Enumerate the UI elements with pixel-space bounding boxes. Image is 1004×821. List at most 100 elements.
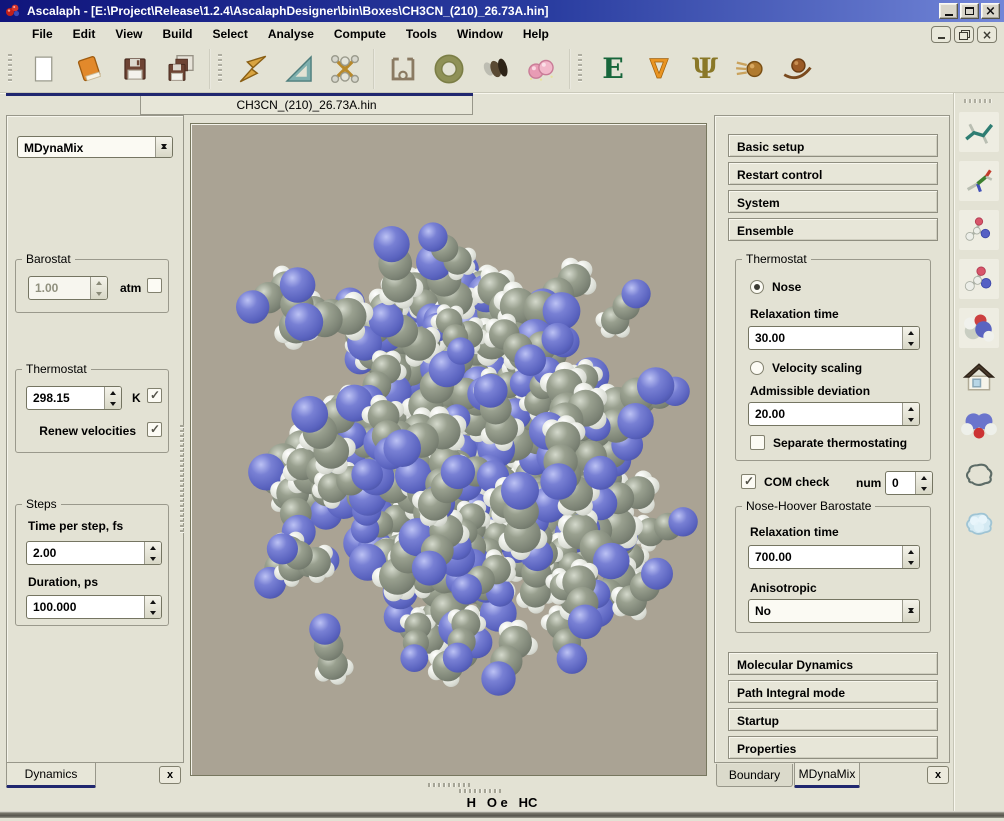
duration-spinbox[interactable] [26, 595, 162, 619]
anisotropic-select-arrows[interactable] [902, 600, 919, 622]
dimer-button[interactable] [522, 50, 560, 88]
sidebar-grip[interactable] [964, 99, 994, 103]
mdi-restore-button[interactable] [954, 26, 974, 43]
section-system[interactable]: System [728, 190, 938, 213]
engine-select-arrows[interactable] [155, 137, 172, 157]
molecule-viewport[interactable] [190, 123, 707, 776]
maximize-button[interactable] [960, 3, 979, 19]
temperature-spinbox[interactable] [26, 386, 122, 410]
menu-analyse[interactable]: Analyse [258, 22, 324, 46]
admissible-deviation-spinbox[interactable] [748, 402, 920, 426]
temperature-unit-checkbox[interactable] [147, 388, 162, 403]
spacefill-model-button[interactable] [959, 308, 999, 348]
barostate-relaxation-input[interactable] [749, 546, 902, 568]
close-button[interactable] [981, 3, 1000, 19]
com-num-input[interactable] [886, 472, 915, 494]
open-file-button[interactable] [70, 50, 108, 88]
tab-boundary[interactable]: Boundary [716, 764, 793, 787]
quantum-dynamics-button[interactable]: Ψ [686, 50, 724, 88]
pressure-spinbox[interactable] [28, 276, 108, 300]
engine-select[interactable]: MDynaMix [17, 136, 173, 158]
menu-file[interactable]: File [22, 22, 63, 46]
mdi-close-button[interactable] [977, 26, 997, 43]
menu-window[interactable]: Window [447, 22, 513, 46]
home-view-button[interactable] [959, 357, 999, 397]
admissible-deviation-input[interactable] [749, 403, 902, 425]
statusbar-grip[interactable] [428, 783, 470, 787]
nanostructure-button[interactable] [430, 50, 468, 88]
time-spin-buttons[interactable] [144, 542, 161, 564]
tab-mdynamix[interactable]: MDynaMix [794, 763, 860, 788]
panel-splitter[interactable] [180, 425, 184, 535]
ball-and-stick-model-button[interactable] [959, 210, 999, 250]
com-num-spinbox[interactable] [885, 471, 933, 495]
time-per-step-spinbox[interactable] [26, 541, 162, 565]
tab-dynamics[interactable]: Dynamics [6, 763, 96, 788]
menu-view[interactable]: View [105, 22, 152, 46]
menu-tools[interactable]: Tools [396, 22, 447, 46]
new-document-button[interactable] [24, 50, 62, 88]
mode-molecular-dynamics[interactable]: Molecular Dynamics [728, 652, 938, 675]
pressure-unit-checkbox[interactable] [147, 278, 162, 293]
sticks-model-button[interactable] [959, 161, 999, 201]
right-panel-close-button[interactable]: x [927, 766, 949, 784]
measure-geometry-button[interactable] [280, 50, 318, 88]
temperature-spin-buttons[interactable] [104, 387, 121, 409]
surface-wireframe-button[interactable] [959, 455, 999, 495]
ball-and-stick-shaded-button[interactable] [959, 259, 999, 299]
duration-input[interactable] [27, 596, 144, 618]
wireframe-model-button[interactable] [959, 112, 999, 152]
save-button[interactable] [116, 50, 154, 88]
periodic-box-button[interactable] [384, 50, 422, 88]
section-restart-control[interactable]: Restart control [728, 162, 938, 185]
build-structure-button[interactable] [234, 50, 272, 88]
mode-properties[interactable]: Properties [728, 736, 938, 759]
gradient-button[interactable]: ∇ [640, 50, 678, 88]
com-num-spin-buttons[interactable] [915, 472, 932, 494]
save-all-button[interactable] [162, 50, 200, 88]
toolbar-grip[interactable] [218, 54, 222, 84]
pressure-spin-buttons[interactable] [90, 277, 107, 299]
minimize-button[interactable] [939, 3, 958, 19]
relaxation-time-input[interactable] [749, 327, 902, 349]
toolbar-grip[interactable] [8, 54, 12, 84]
vdw-spheres-button[interactable] [959, 406, 999, 446]
mode-path-integral[interactable]: Path Integral mode [728, 680, 938, 703]
orbitals-button[interactable] [476, 50, 514, 88]
velocity-scaling-radio[interactable] [750, 361, 764, 375]
surface-solid-button[interactable] [959, 504, 999, 544]
section-ensemble[interactable]: Ensemble [728, 218, 938, 241]
trajectory-button[interactable] [778, 50, 816, 88]
section-basic-setup[interactable]: Basic setup [728, 134, 938, 157]
menu-help[interactable]: Help [513, 22, 559, 46]
left-panel-close-button[interactable]: x [159, 766, 181, 784]
run-dynamics-button[interactable] [732, 50, 770, 88]
time-per-step-input[interactable] [27, 542, 144, 564]
relaxation-spin-buttons[interactable] [902, 327, 919, 349]
com-check-checkbox[interactable] [741, 474, 756, 489]
separate-thermostating-checkbox[interactable] [750, 435, 765, 450]
barostate-relaxation-spinbox[interactable] [748, 545, 920, 569]
pressure-input[interactable] [29, 277, 90, 299]
molecule-canvas[interactable] [191, 124, 706, 775]
mode-startup[interactable]: Startup [728, 708, 938, 731]
barostate-spin-buttons[interactable] [902, 546, 919, 568]
single-point-energy-button[interactable]: E [594, 50, 632, 88]
title-bar[interactable]: Ascalaph - [E:\Project\Release\1.2.4\Asc… [0, 0, 1004, 22]
menu-build[interactable]: Build [152, 22, 202, 46]
optimize-geometry-button[interactable] [326, 50, 364, 88]
renew-velocities-checkbox[interactable] [147, 422, 162, 437]
deviation-spin-buttons[interactable] [902, 403, 919, 425]
toolbar-grip[interactable] [578, 54, 582, 84]
temperature-input[interactable] [27, 387, 104, 409]
statusbar-grip[interactable] [459, 789, 501, 793]
anisotropic-select[interactable]: No [748, 599, 920, 623]
mdi-minimize-button[interactable] [931, 26, 951, 43]
menu-edit[interactable]: Edit [63, 22, 106, 46]
relaxation-time-spinbox[interactable] [748, 326, 920, 350]
menu-compute[interactable]: Compute [324, 22, 396, 46]
nose-radio[interactable] [750, 280, 764, 294]
menu-select[interactable]: Select [202, 22, 257, 46]
duration-spin-buttons[interactable] [144, 596, 161, 618]
document-tab[interactable]: CH3CN_(210)_26.73A.hin [140, 96, 473, 115]
